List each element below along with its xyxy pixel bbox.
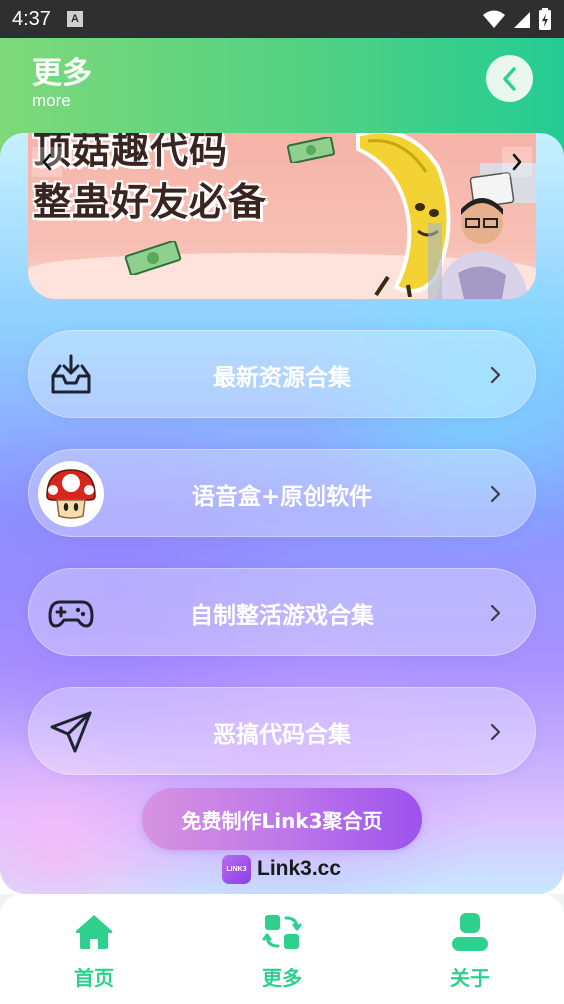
bottom-navigation-panel: 首页 更多 关于	[0, 894, 564, 1004]
menu-item-latest-resources[interactable]: 最新资源合集	[28, 330, 536, 418]
menu-item-voice-box-software[interactable]: 语音盒+原创软件	[28, 449, 536, 537]
chevron-left-icon	[42, 153, 52, 171]
link3-logo: LINK3	[222, 854, 251, 884]
menu-item-custom-games[interactable]: 自制整活游戏合集	[28, 568, 536, 656]
notification-icon: A	[66, 11, 83, 27]
brand-link[interactable]: LINK3 Link3.cc	[222, 854, 341, 884]
tab-label: 关于	[450, 966, 490, 990]
carousel-prev-button[interactable]	[32, 147, 62, 177]
more-apps-icon	[262, 915, 302, 949]
brand-name: Link3.cc	[257, 857, 342, 880]
status-time: 4:37	[12, 7, 51, 30]
user-icon	[452, 913, 488, 951]
content-area: 顶菇趣代码 整蛊好友必备 最新资源合集 语音盒+原创软件 自制整活游戏合集 恶搞…	[0, 133, 564, 894]
person-photo-illustration	[428, 163, 536, 299]
banner-headline-2: 整蛊好友必备	[33, 180, 268, 224]
tab-label: 更多	[262, 966, 302, 990]
home-icon	[75, 915, 113, 949]
page-subtitle: more	[32, 91, 71, 110]
menu-item-prank-code[interactable]: 恶搞代码合集	[28, 687, 536, 775]
chevron-right-icon	[512, 153, 522, 171]
tab-about[interactable]: 关于	[410, 894, 530, 1004]
tab-more[interactable]: 更多	[222, 894, 342, 1004]
money-bill-icon	[286, 137, 336, 163]
signal-icon	[514, 12, 530, 28]
chevron-right-icon	[490, 485, 501, 503]
money-bill-icon	[124, 241, 182, 275]
chevron-left-icon	[502, 66, 516, 91]
create-link3-page-button[interactable]: 免费制作Link3聚合页	[142, 788, 422, 850]
status-bar: 4:37 A	[0, 0, 564, 38]
back-button[interactable]	[486, 55, 533, 102]
tab-label: 首页	[74, 966, 114, 990]
tab-home[interactable]: 首页	[34, 894, 154, 1004]
chevron-right-icon	[490, 366, 501, 384]
menu-item-label: 最新资源合集	[213, 365, 351, 391]
carousel-next-button[interactable]	[502, 147, 532, 177]
banner-headline-1: 顶菇趣代码	[33, 133, 229, 172]
battery-icon	[539, 8, 551, 30]
wifi-icon	[483, 10, 505, 28]
chevron-right-icon	[490, 723, 501, 741]
menu-item-label: 恶搞代码合集	[213, 722, 351, 748]
chevron-right-icon	[490, 604, 501, 622]
banner-carousel[interactable]: 顶菇趣代码 整蛊好友必备	[28, 133, 536, 299]
menu-item-label: 自制整活游戏合集	[190, 603, 374, 629]
bottom-navigation: 首页 更多 关于	[0, 894, 564, 1004]
page-title: 更多	[32, 56, 92, 91]
menu-item-label: 语音盒+原创软件	[191, 484, 373, 510]
